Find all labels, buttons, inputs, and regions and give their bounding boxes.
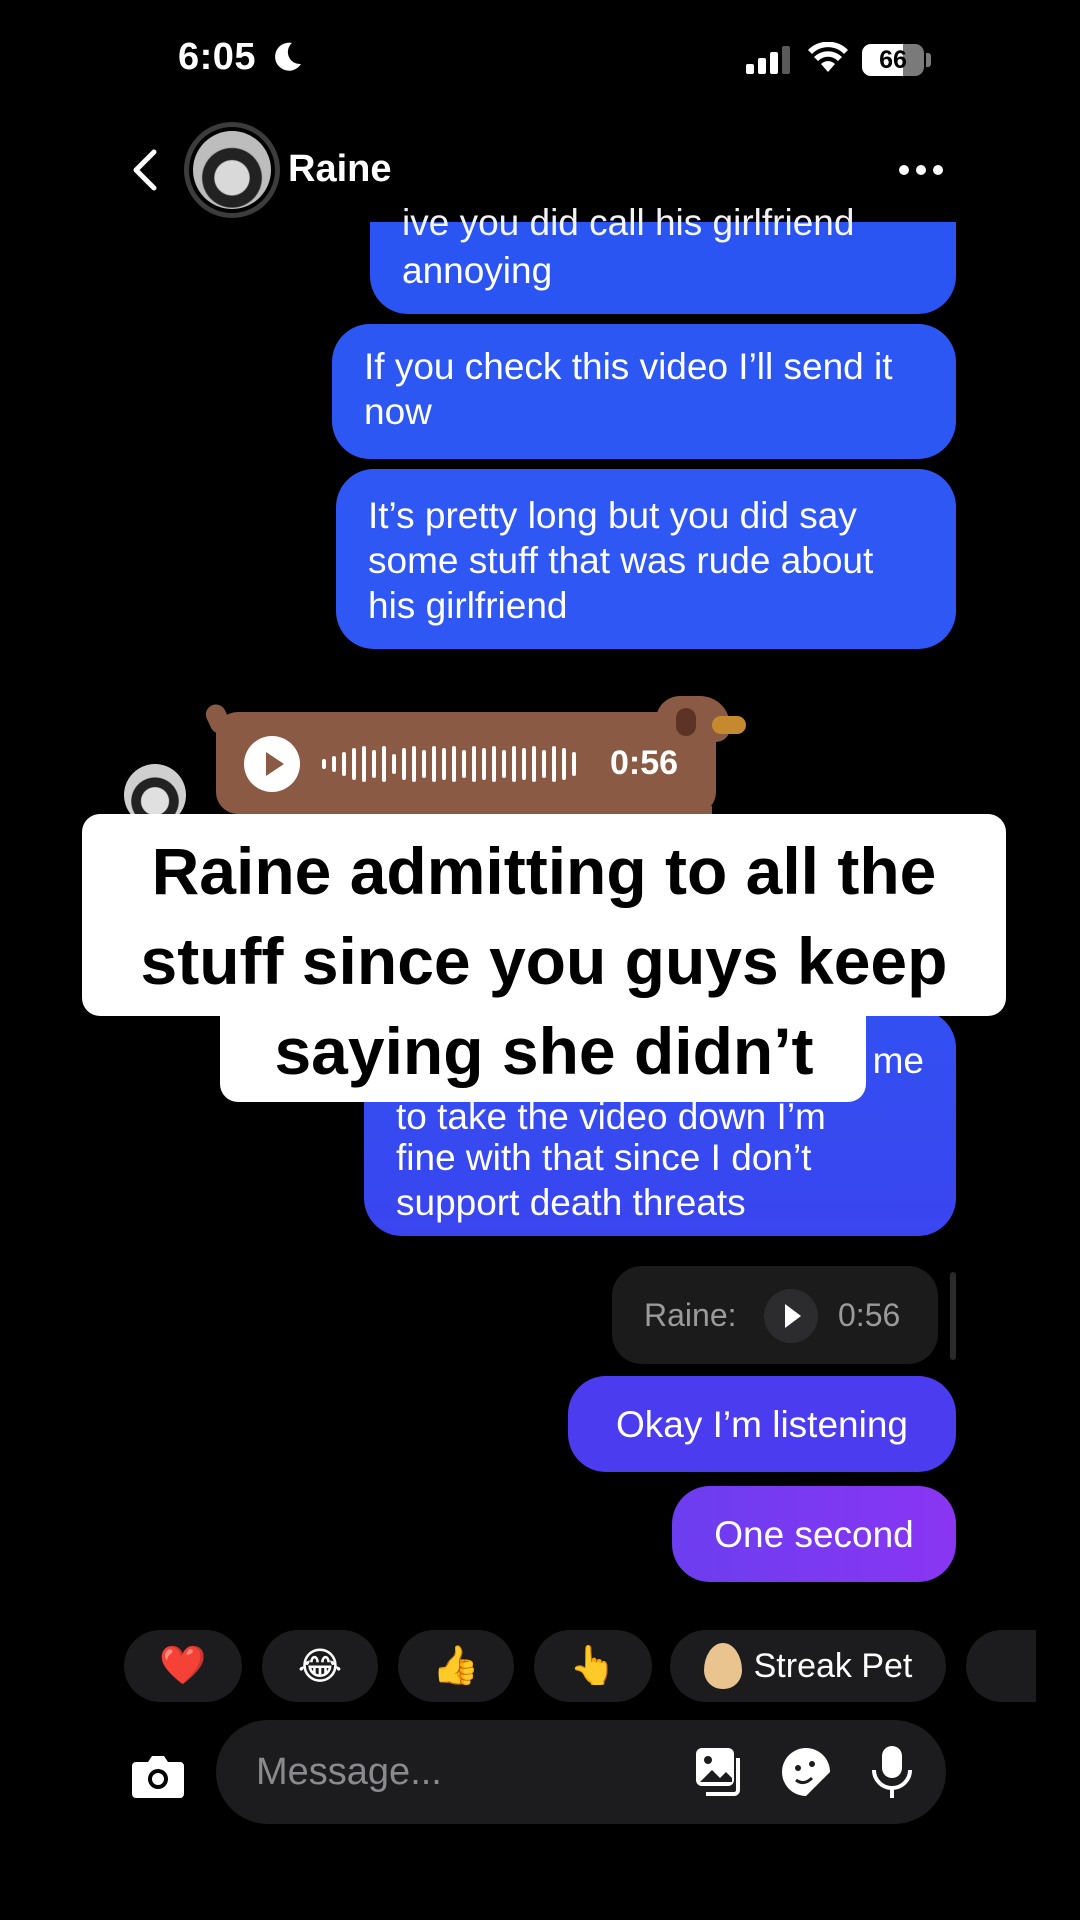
reaction-more-chip[interactable] [966, 1630, 1036, 1702]
message-text: support death threats [396, 1182, 746, 1223]
voice-duration: 0:56 [610, 744, 679, 782]
reply-sender-name: Raine: [644, 1297, 737, 1333]
laughing-face-icon: 😂 [297, 1645, 343, 1688]
message-bubble-sent[interactable]: Okay I’m listening [568, 1376, 956, 1472]
streak-pet-label: Streak Pet [753, 1646, 913, 1685]
message-text: annoying [402, 250, 553, 291]
signal-icon [746, 46, 790, 74]
message-text: Okay I’m listening [616, 1403, 908, 1445]
caption-text: Raine admitting to all the stuff since y… [140, 834, 948, 1088]
message-text: It’s pretty long but you did say some st… [368, 495, 874, 626]
reply-play-button[interactable] [764, 1289, 818, 1343]
moon-icon [275, 42, 301, 71]
voice-play-button[interactable] [244, 736, 300, 792]
reply-duration: 0:56 [838, 1297, 901, 1333]
message-composer[interactable] [216, 1720, 946, 1824]
message-bubble-sent[interactable]: It’s pretty long but you did say some st… [336, 469, 956, 649]
reaction-point-up-button[interactable]: 👆 [534, 1630, 652, 1702]
message-text: If you check this video I’ll send it now [364, 346, 893, 432]
message-input[interactable] [256, 1748, 656, 1796]
reaction-heart-button[interactable]: ❤️ [124, 1630, 242, 1702]
streak-pet-button[interactable]: Streak Pet [670, 1630, 946, 1702]
waveform-icon [322, 746, 576, 782]
egg-icon [703, 1643, 742, 1689]
sticker-icon[interactable] [780, 1746, 832, 1798]
message-bubble-sent[interactable]: If you check this video I’ll send it now [332, 324, 956, 459]
dog-ear-decoration [676, 708, 696, 736]
microphone-icon[interactable] [870, 1744, 914, 1800]
reaction-thumbs-up-button[interactable]: 👍 [398, 1630, 514, 1702]
message-bubble-sent[interactable]: ive you did call his girlfriend annoying [370, 202, 956, 314]
camera-icon[interactable] [130, 1752, 186, 1800]
battery-nub [926, 53, 931, 67]
point-up-icon: 👆 [569, 1645, 617, 1687]
back-icon[interactable] [128, 148, 162, 192]
heart-icon: ❤️ [159, 1645, 207, 1687]
contact-name[interactable]: Raine [288, 148, 391, 191]
thumbs-up-icon: 👍 [432, 1645, 480, 1687]
wifi-icon [808, 42, 848, 72]
message-text: fine with that since I don’t [396, 1137, 812, 1178]
more-options-icon[interactable] [898, 160, 944, 180]
reply-edge-divider [950, 1272, 956, 1360]
battery-icon: 66 [862, 44, 924, 76]
gallery-icon[interactable] [694, 1746, 744, 1796]
status-time: 6:05 [178, 36, 257, 78]
contact-avatar[interactable] [184, 122, 280, 218]
message-text-partial: ive you did call his girlfriend [402, 202, 855, 243]
message-bubble-sent[interactable]: One second [672, 1486, 956, 1582]
avatar-image [193, 131, 271, 209]
reaction-laugh-button[interactable]: 😂 [262, 1630, 378, 1702]
dog-snout-decoration [712, 716, 746, 734]
message-text: One second [714, 1513, 914, 1555]
